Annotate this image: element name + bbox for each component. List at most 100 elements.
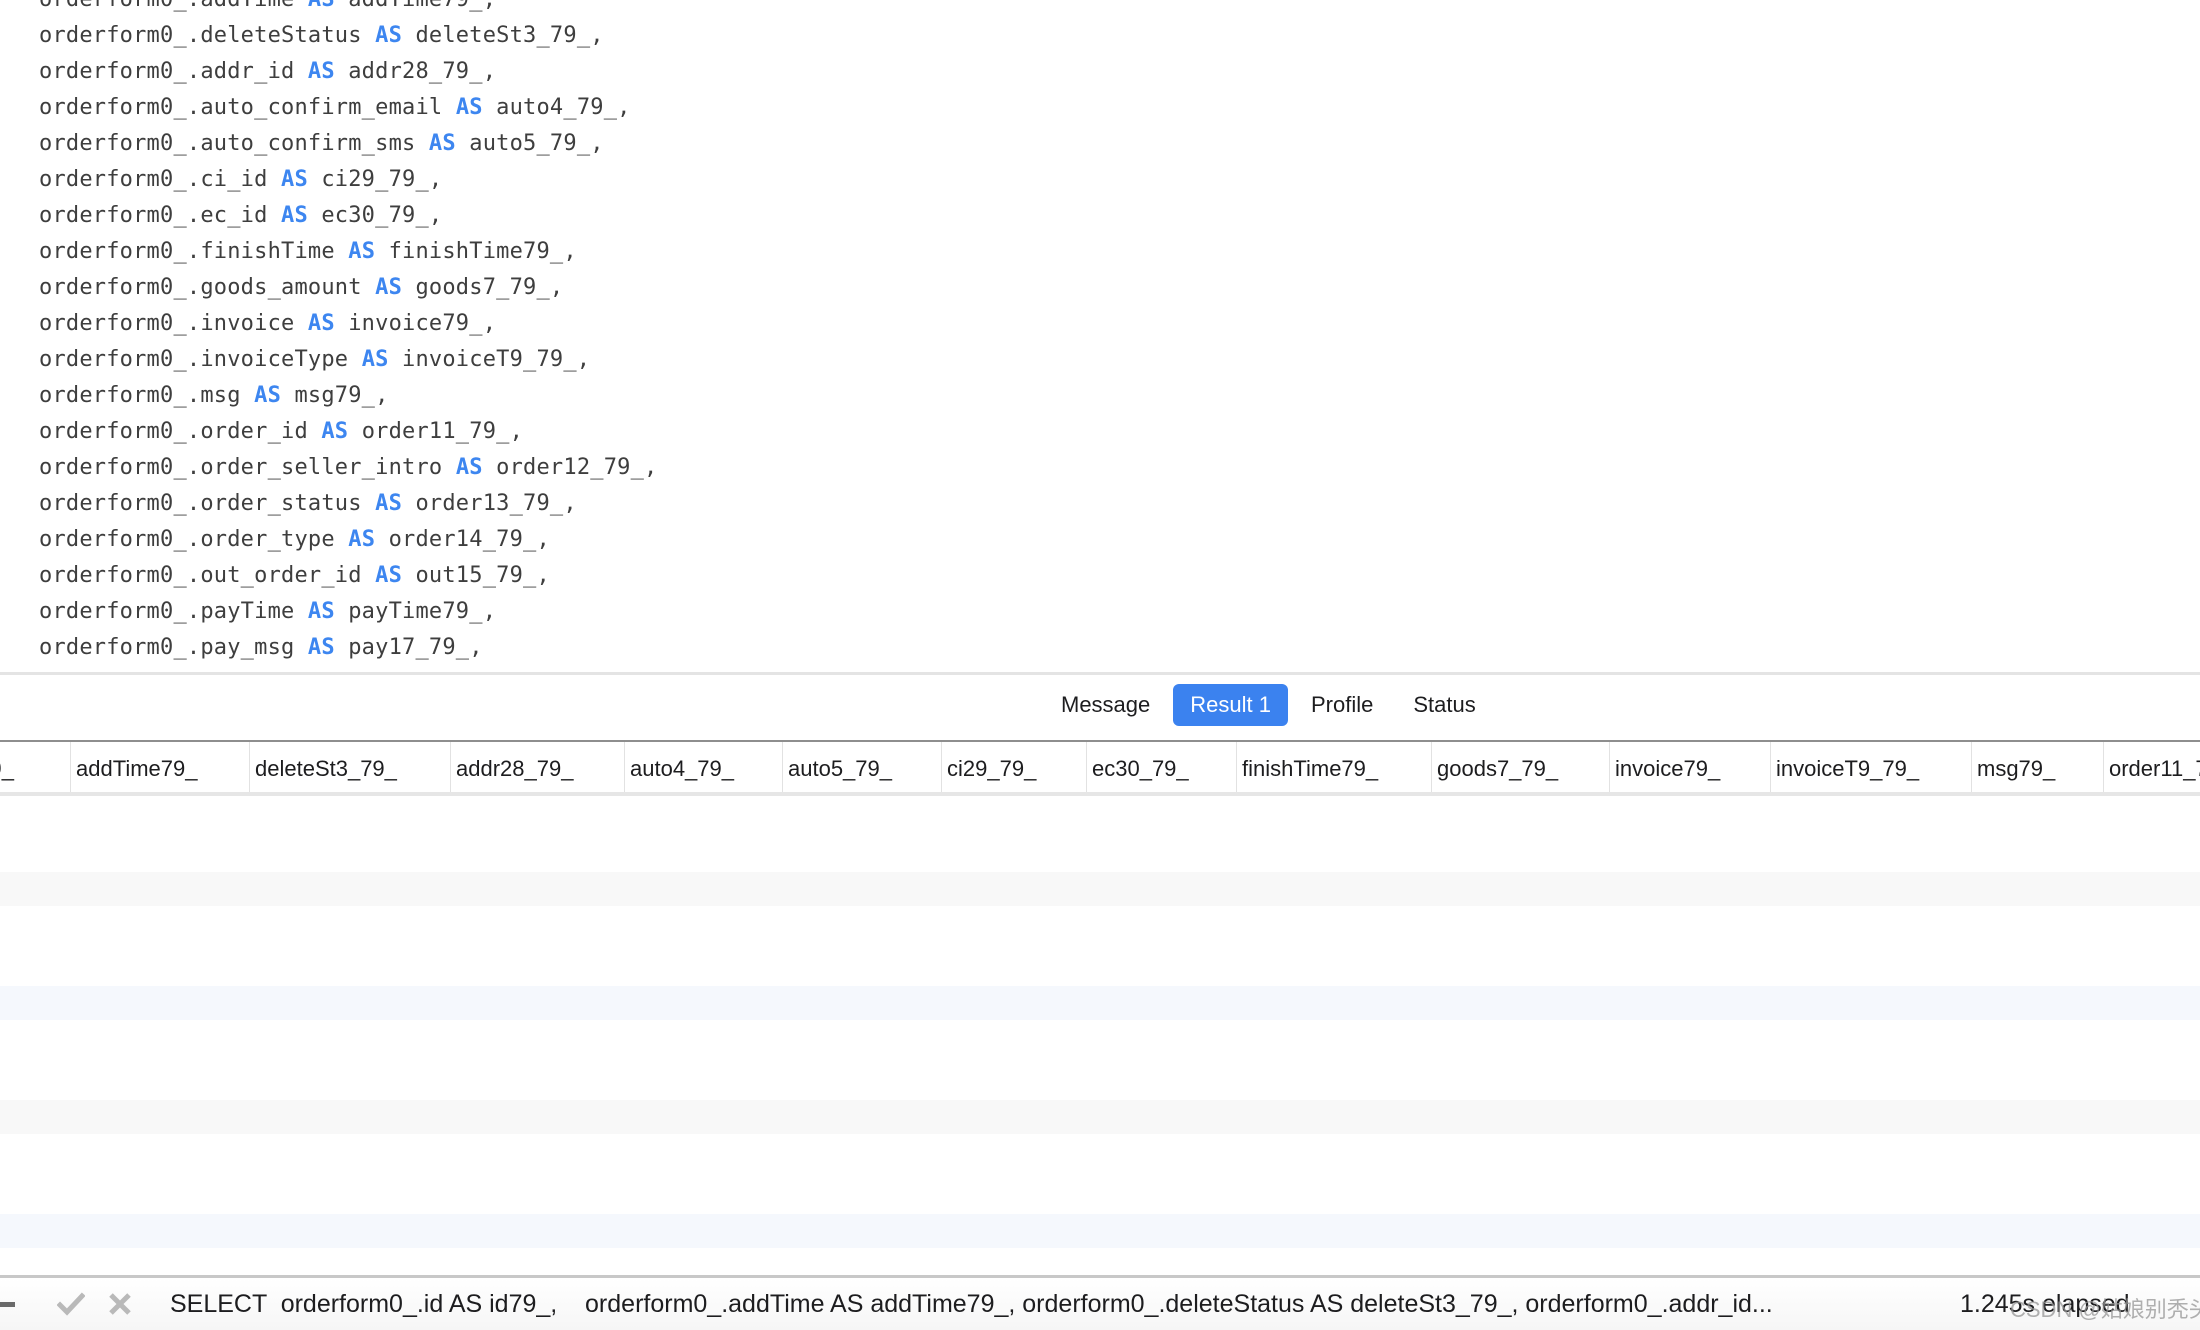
code-line: orderform0_.order_id AS order11_79_,	[39, 417, 523, 447]
sql-keyword: AS	[361, 347, 389, 372]
code-text: goods7_79_,	[402, 275, 564, 300]
sql-keyword: AS	[307, 59, 335, 84]
code-line: orderform0_.order_type AS order14_79_,	[39, 525, 550, 555]
code-text: deleteSt3_79_,	[402, 23, 604, 48]
sql-keyword: AS	[281, 167, 308, 192]
code-text: orderform0_.order_id	[39, 419, 322, 444]
code-line: orderform0_.finishTime AS finishTime79_,	[39, 237, 577, 267]
code-line: orderform0_.order_seller_intro AS order1…	[39, 453, 658, 483]
code-line: orderform0_.addTime AS addTime79_,	[39, 0, 496, 15]
code-text: payTime79_,	[334, 599, 497, 624]
column-header[interactable]: finishTime79_	[1236, 742, 1378, 792]
code-text: orderform0_.finishTime	[39, 239, 349, 264]
code-text: finishTime79_,	[375, 239, 577, 264]
query-window: orderform0_.addTime AS addTime79_,orderf…	[0, 0, 2200, 1330]
sql-keyword: AS	[375, 23, 403, 48]
column-header[interactable]: ec30_79_	[1086, 742, 1189, 792]
code-text: orderform0_.invoice	[39, 311, 308, 336]
table-row[interactable]	[0, 1100, 2200, 1134]
code-text: orderform0_.ci_id	[39, 167, 282, 192]
column-header[interactable]: addTime79_	[70, 742, 197, 792]
code-line: orderform0_.invoiceType AS invoiceT9_79_…	[39, 345, 590, 375]
sql-keyword: AS	[375, 563, 403, 588]
sql-keyword: AS	[375, 275, 403, 300]
sql-editor[interactable]: orderform0_.addTime AS addTime79_,orderf…	[0, 0, 2200, 672]
sql-keyword: AS	[254, 383, 282, 408]
result-tabs-bar: Message Result 1 Profile Status	[0, 675, 2200, 741]
code-text: orderform0_.invoiceType	[39, 347, 362, 372]
code-text: orderform0_.out_order_id	[39, 563, 376, 588]
code-text: pay17_79_,	[334, 635, 483, 660]
code-text: orderform0_.auto_confirm_sms	[39, 131, 429, 156]
code-line: orderform0_.ci_id AS ci29_79_,	[39, 165, 442, 195]
column-header[interactable]: goods7_79_	[1431, 742, 1558, 792]
code-line: orderform0_.auto_confirm_sms AS auto5_79…	[39, 129, 604, 159]
code-line: orderform0_.payTime AS payTime79_,	[39, 597, 496, 627]
check-icon[interactable]	[57, 1290, 85, 1318]
code-text: order14_79_,	[375, 527, 550, 552]
code-text: orderform0_.order_status	[39, 491, 376, 516]
sql-keyword: AS	[455, 95, 483, 120]
code-text: msg79_,	[281, 383, 389, 408]
code-line: orderform0_.order_status AS order13_79_,	[39, 489, 577, 519]
code-line: orderform0_.goods_amount AS goods7_79_,	[39, 273, 563, 303]
x-icon[interactable]	[107, 1290, 133, 1318]
column-header[interactable]: id79_	[0, 742, 18, 792]
code-text: orderform0_.auto_confirm_email	[39, 95, 456, 120]
code-text: orderform0_.msg	[39, 383, 255, 408]
code-text: order12_79_,	[482, 455, 658, 480]
sql-keyword: AS	[375, 491, 403, 516]
table-row[interactable]	[0, 1214, 2200, 1248]
sql-keyword: AS	[307, 635, 335, 660]
sql-keyword: AS	[308, 0, 335, 12]
result-tabs: Message Result 1 Profile Status	[1044, 684, 1493, 726]
table-row[interactable]	[0, 872, 2200, 906]
result-grid-header: id79_ addTime79_ deleteSt3_79_ addr28_79_ au…	[0, 742, 2200, 792]
column-header[interactable]: ci29_79_	[941, 742, 1036, 792]
code-text: out15_79_,	[402, 563, 550, 588]
code-text: addTime79_,	[335, 0, 496, 12]
code-text: order13_79_,	[402, 491, 577, 516]
tab-profile[interactable]: Profile	[1294, 684, 1390, 726]
minus-icon[interactable]	[0, 1302, 15, 1307]
sql-keyword: AS	[307, 311, 335, 336]
sql-keyword: AS	[281, 203, 308, 228]
column-header[interactable]: auto5_79_	[782, 742, 892, 792]
column-header[interactable]: order11_79_	[2103, 742, 2200, 792]
sql-keyword: AS	[348, 527, 376, 552]
code-line: orderform0_.addr_id AS addr28_79_,	[39, 57, 496, 87]
result-grid-body[interactable]	[0, 796, 2200, 1275]
column-header[interactable]: addr28_79_	[450, 742, 573, 792]
code-text: orderform0_.addTime	[39, 0, 308, 12]
table-row[interactable]	[0, 986, 2200, 1020]
column-header[interactable]: msg79_	[1971, 742, 2055, 792]
code-text: orderform0_.goods_amount	[39, 275, 376, 300]
code-text: orderform0_.ec_id	[39, 203, 282, 228]
sql-keyword: AS	[321, 419, 349, 444]
tab-message[interactable]: Message	[1044, 684, 1167, 726]
code-text: orderform0_.addr_id	[39, 59, 308, 84]
column-header[interactable]: invoice79_	[1609, 742, 1720, 792]
sql-preview: SELECT orderform0_.id AS id79_, orderfor…	[170, 1290, 1773, 1318]
code-line: orderform0_.invoice AS invoice79_,	[39, 309, 496, 339]
column-header[interactable]: invoiceT9_79_	[1770, 742, 1919, 792]
column-header[interactable]: auto4_79_	[624, 742, 734, 792]
sql-keyword: AS	[455, 455, 483, 480]
code-text: ec30_79_,	[307, 203, 443, 228]
code-text: auto4_79_,	[482, 95, 631, 120]
code-text: ci29_79_,	[307, 167, 443, 192]
code-line: orderform0_.msg AS msg79_,	[39, 381, 389, 411]
code-text: invoice79_,	[334, 311, 497, 336]
sql-keyword: AS	[348, 239, 376, 264]
code-text: invoiceT9_79_,	[388, 347, 591, 372]
code-line: orderform0_.pay_msg AS pay17_79_,	[39, 633, 483, 663]
code-line: orderform0_.out_order_id AS out15_79_,	[39, 561, 550, 591]
code-text: orderform0_.order_seller_intro	[39, 455, 456, 480]
code-line: orderform0_.ec_id AS ec30_79_,	[39, 201, 442, 231]
tab-result-1[interactable]: Result 1	[1173, 684, 1288, 726]
tab-status[interactable]: Status	[1396, 684, 1492, 726]
column-header[interactable]: deleteSt3_79_	[249, 742, 397, 792]
code-text: orderform0_.deleteStatus	[39, 23, 376, 48]
code-text: orderform0_.pay_msg	[39, 635, 308, 660]
code-line: orderform0_.deleteStatus AS deleteSt3_79…	[39, 21, 604, 51]
